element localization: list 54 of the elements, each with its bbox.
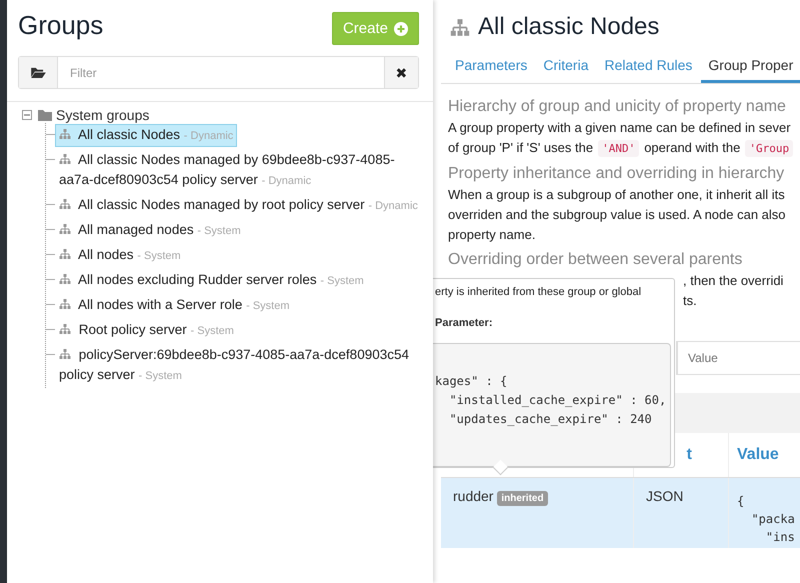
group-title: All classic Nodes bbox=[478, 13, 660, 41]
tree-item[interactable]: All classic Nodes managed by 69bdee8b-c937-4085-aa7a-dcef80903c54 policy server - Dynamic bbox=[55, 149, 423, 192]
folder-button[interactable] bbox=[19, 57, 57, 88]
hierarchy-icon bbox=[59, 274, 71, 284]
tree-item[interactable]: System groups bbox=[56, 107, 150, 123]
tree-item[interactable]: All nodes excluding Rudder server roles - System bbox=[55, 269, 368, 292]
hierarchy-icon bbox=[59, 224, 71, 234]
code-block: kages" : { "installed_cache_expire" : 60, "updates_cache_expire" : 240 bbox=[433, 343, 671, 467]
tab[interactable]: Related Rules bbox=[597, 57, 700, 83]
paragraph-text: , then the overridi bbox=[683, 273, 784, 288]
hierarchy-icon bbox=[59, 129, 71, 139]
group-icon bbox=[450, 18, 470, 36]
tab[interactable]: Criteria bbox=[536, 57, 596, 83]
paragraph-text: ts. bbox=[683, 293, 697, 308]
hierarchy-icon bbox=[59, 324, 71, 334]
table-cell: rudder bbox=[453, 488, 494, 504]
collapse-icon[interactable] bbox=[22, 110, 32, 120]
tree-item[interactable]: All managed nodes - System bbox=[55, 219, 245, 242]
column-header[interactable]: Value bbox=[728, 433, 800, 477]
code-snippet: 'AND' bbox=[598, 140, 640, 157]
code-snippet: 'Group bbox=[745, 140, 794, 157]
hierarchy-icon bbox=[59, 154, 71, 164]
hierarchy-icon bbox=[59, 299, 71, 309]
tree-item[interactable]: Root policy server - System bbox=[55, 319, 238, 342]
tree-item[interactable]: policyServer:69bdee8b-c937-4085-aa7a-dcef80903c54 policy server - System bbox=[55, 344, 423, 387]
popover-text: erty is inherited from these group or global bbox=[435, 286, 642, 298]
tab[interactable]: Parameters bbox=[448, 57, 534, 83]
plus-icon bbox=[394, 22, 408, 36]
tree-item[interactable]: All classic Nodes - Dynamic bbox=[55, 124, 238, 147]
clear-button[interactable]: ✖ bbox=[384, 57, 418, 88]
section-heading: Property inheritance and overriding in hierarchy bbox=[448, 165, 786, 183]
paragraph-text: When a group is a subgroup of another one, it inherit all its bbox=[448, 187, 785, 202]
paragraph-text: A group property with a given name can be defined in sever bbox=[448, 120, 791, 135]
tab[interactable]: Group Proper bbox=[701, 57, 800, 83]
paragraph-text: overriden and the subgroup value is used. A node can also bbox=[448, 207, 786, 222]
paragraph-text: property name. bbox=[448, 227, 536, 242]
popover-label: Parameter: bbox=[435, 317, 494, 329]
section-heading: Overriding order between several parents bbox=[448, 251, 744, 269]
paragraph-text: of group 'P' if 'S' uses the bbox=[448, 140, 594, 155]
inherited-badge: inherited bbox=[497, 491, 548, 506]
hierarchy-icon bbox=[59, 349, 71, 359]
folder-icon bbox=[38, 110, 52, 120]
table-cell: JSON bbox=[633, 478, 728, 548]
hierarchy-icon bbox=[59, 199, 71, 209]
tree-item[interactable]: All classic Nodes managed by root policy server - Dynamic bbox=[55, 194, 422, 217]
filter-field[interactable]: Filter ✖ bbox=[18, 56, 419, 89]
tree-item[interactable]: All nodes - System bbox=[55, 244, 185, 267]
folder-icon bbox=[30, 67, 46, 78]
tree-item[interactable]: All nodes with a Server role - System bbox=[55, 294, 294, 317]
panel-title: Groups bbox=[18, 10, 104, 41]
hierarchy-icon bbox=[59, 249, 71, 259]
paragraph-text: operand with the bbox=[644, 140, 740, 155]
table-cell: { "packa "ins bbox=[728, 478, 800, 548]
section-heading: Hierarchy of group and unicity of property name bbox=[448, 98, 787, 116]
